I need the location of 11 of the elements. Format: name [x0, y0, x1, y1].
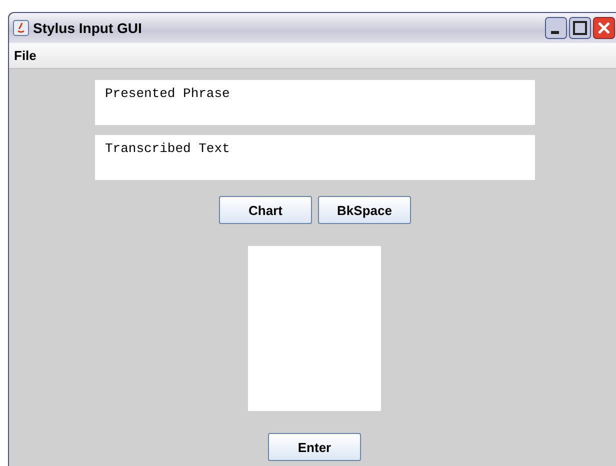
enter-button[interactable]: Enter: [268, 433, 361, 461]
text-field[interactable]: Presented Phrase: [95, 80, 535, 125]
maximize-icon[interactable]: [569, 17, 591, 39]
action-button[interactable]: Chart: [219, 196, 312, 224]
action-button[interactable]: BkSpace: [318, 196, 411, 224]
app-icon: [13, 20, 29, 36]
close-icon[interactable]: [593, 17, 615, 39]
menu-item[interactable]: File: [14, 48, 36, 63]
window-title: Stylus Input GUI: [33, 20, 142, 36]
text-field[interactable]: Transcribed Text: [95, 135, 535, 180]
minimize-icon[interactable]: [545, 17, 567, 39]
